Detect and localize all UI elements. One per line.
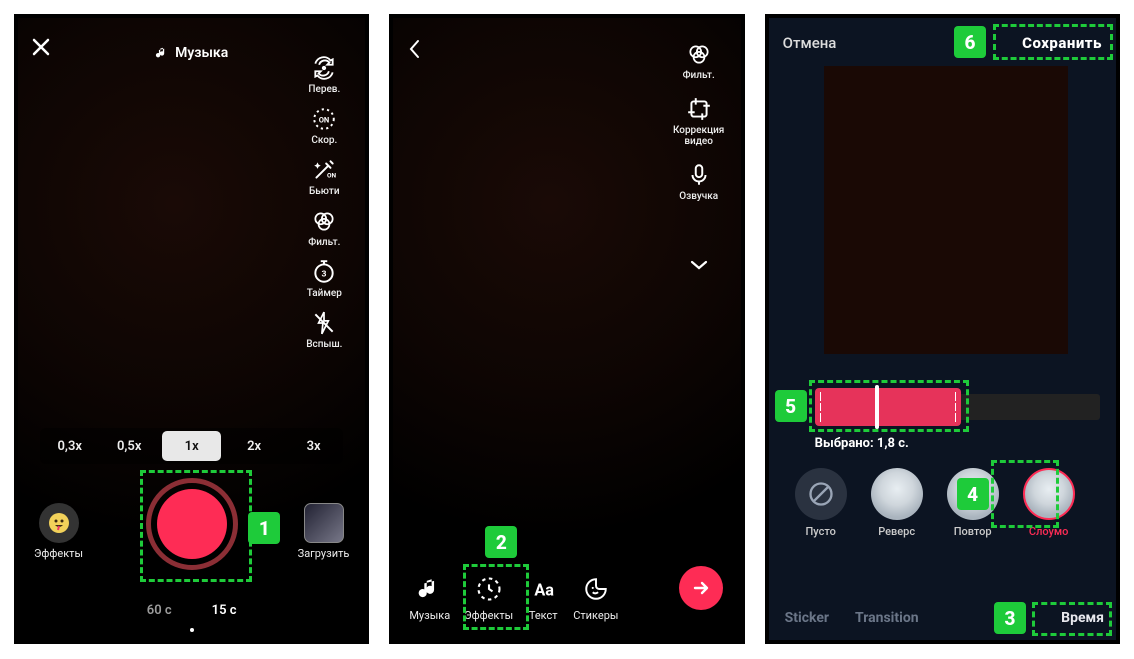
tab-sticker[interactable]: Sticker — [785, 610, 829, 626]
annotation-box-1 — [140, 470, 252, 582]
speed-1x[interactable]: 1x — [162, 431, 221, 461]
chevron-left-icon — [407, 38, 423, 60]
flash-off-icon — [310, 309, 338, 337]
tab-transition[interactable]: Transition — [855, 610, 919, 626]
rail-flip[interactable]: Перев. — [308, 54, 340, 95]
annotation-badge-5: 5 — [775, 390, 807, 422]
filters-icon — [310, 207, 338, 235]
rail2-voiceover[interactable]: Озвучка — [679, 161, 718, 202]
chevron-down-icon — [689, 258, 709, 272]
music-note-icon — [414, 573, 446, 605]
effects-emoji-icon — [47, 511, 71, 535]
annotation-badge-2: 2 — [485, 526, 517, 558]
fx-reverse[interactable]: Реверс — [865, 468, 929, 538]
next-button[interactable] — [679, 566, 723, 610]
svg-text:3: 3 — [322, 269, 327, 279]
rail-flash[interactable]: Вспыш. — [306, 309, 342, 350]
fx-none[interactable]: Пусто — [789, 468, 853, 538]
svg-text:Aa: Aa — [535, 581, 555, 600]
crop-icon — [685, 95, 713, 123]
music-label: Музыка — [175, 45, 228, 61]
arrow-right-icon — [691, 578, 711, 598]
cancel-button[interactable]: Отмена — [783, 34, 837, 52]
reverse-thumbnail — [871, 468, 923, 520]
speed-3x[interactable]: 3x — [284, 428, 343, 464]
annotation-badge-1: 1 — [248, 512, 280, 544]
selection-duration-label: Выбрано: 1,8 с. — [815, 436, 909, 451]
svg-text:ON: ON — [327, 172, 336, 180]
upload-thumbnail-icon — [304, 503, 344, 543]
speed-picker: 0,3x 0,5x 1x 2x 3x — [40, 428, 343, 464]
duration-60s[interactable]: 60 c — [147, 603, 172, 618]
annotation-badge-6: 6 — [954, 26, 986, 58]
rail2-filters[interactable]: Фильт. — [683, 40, 715, 81]
timer-icon: 3 — [310, 258, 338, 286]
edit-right-rail: Фильт. Коррекция видео Озвучка — [661, 40, 737, 202]
none-icon — [807, 480, 835, 508]
upload-label: Загрузить — [298, 547, 350, 560]
microphone-icon — [685, 161, 713, 189]
video-preview — [824, 66, 1068, 354]
rail-timer[interactable]: 3 Таймер — [307, 258, 342, 299]
flip-camera-icon — [310, 54, 338, 82]
annotation-box-3 — [1032, 602, 1112, 636]
sticker-icon — [580, 573, 612, 605]
speed-2x[interactable]: 2x — [224, 428, 283, 464]
bottom-music[interactable]: Музыка — [409, 573, 450, 622]
rail-speed[interactable]: ON Скор. — [310, 105, 338, 146]
rail-filters[interactable]: Фильт. — [308, 207, 340, 248]
annotation-box-6 — [993, 24, 1113, 60]
rail-beauty[interactable]: ON Бьюти — [309, 156, 340, 197]
speed-icon: ON — [310, 105, 338, 133]
svg-text:ON: ON — [319, 115, 330, 124]
annotation-badge-4: 4 — [957, 478, 989, 510]
bottom-text[interactable]: Aa Текст — [527, 573, 559, 622]
speed-0-5x[interactable]: 0,5x — [99, 428, 158, 464]
effects-button[interactable]: Эффекты — [34, 503, 83, 560]
time-effects-screen: Отмена Сохранить Выбрано: 1,8 с. Пусто Р… — [765, 14, 1120, 644]
text-icon: Aa — [527, 573, 559, 605]
annotation-box-2 — [463, 564, 529, 630]
music-note-icon — [155, 46, 169, 60]
back-button[interactable] — [407, 38, 423, 60]
bottom-stickers[interactable]: Стикеры — [573, 573, 618, 622]
filters-icon — [685, 40, 713, 68]
duration-picker[interactable]: 60 c 15 c — [88, 603, 295, 618]
magic-wand-icon: ON — [310, 156, 338, 184]
edit-screen: Фильт. Коррекция видео Озвучка Музыка Эф… — [389, 14, 744, 644]
record-screen: Музыка Перев. ON Скор. ON Бьюти Фильт. 3… — [14, 14, 369, 644]
add-music-button[interactable]: Музыка — [155, 45, 228, 61]
speed-0-3x[interactable]: 0,3x — [40, 428, 99, 464]
annotation-box-4 — [991, 460, 1059, 528]
rail2-adjust[interactable]: Коррекция видео — [661, 95, 737, 147]
upload-button[interactable]: Загрузить — [298, 503, 350, 560]
annotation-box-5 — [809, 380, 969, 432]
duration-15s[interactable]: 15 c — [212, 603, 237, 618]
right-tool-rail: Перев. ON Скор. ON Бьюти Фильт. 3 Таймер… — [289, 54, 359, 350]
effects-label: Эффекты — [34, 547, 83, 560]
annotation-badge-3: 3 — [994, 602, 1026, 634]
expand-more-button[interactable] — [689, 258, 709, 272]
